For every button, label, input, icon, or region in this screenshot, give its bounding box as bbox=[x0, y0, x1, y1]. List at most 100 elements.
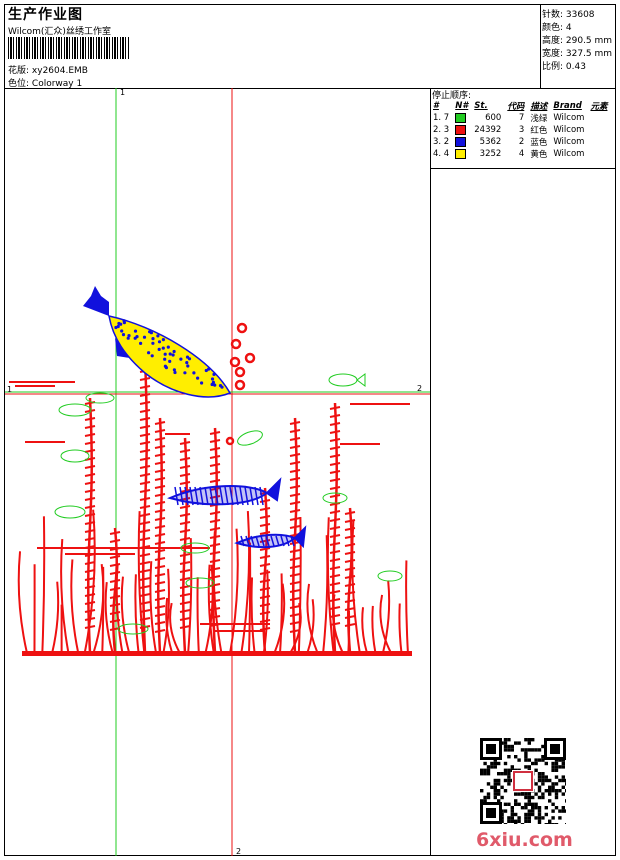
fish-pattern-dot bbox=[207, 367, 211, 371]
qr-module bbox=[524, 806, 528, 810]
qr-module bbox=[541, 816, 545, 820]
qr-module bbox=[551, 816, 555, 820]
fish-pattern-dot bbox=[187, 357, 192, 361]
qr-module bbox=[524, 755, 528, 759]
stitch-count: 针数: 33608 bbox=[542, 10, 595, 20]
seagrass-blade bbox=[120, 576, 131, 654]
kelp-leaf bbox=[154, 509, 166, 513]
kelp-leaf bbox=[289, 485, 301, 489]
color-swatch bbox=[455, 136, 467, 147]
kelp-leaf bbox=[209, 455, 221, 459]
qr-module bbox=[517, 802, 521, 806]
qr-module bbox=[493, 765, 497, 769]
kelp-leaf bbox=[179, 601, 191, 605]
kelp-leaf bbox=[84, 489, 96, 493]
qr-module bbox=[524, 819, 528, 823]
kelp-leaf bbox=[209, 519, 221, 523]
qr-module bbox=[514, 792, 518, 796]
kelp-leaf bbox=[329, 558, 341, 562]
row-stitches: 3252 bbox=[479, 149, 502, 159]
design-width: 宽度: 327.5 mm bbox=[542, 49, 613, 59]
kelp-leaf bbox=[154, 557, 166, 561]
kelp-leaf bbox=[179, 529, 191, 533]
kelp-leaf bbox=[344, 511, 356, 515]
kelp-leaf bbox=[179, 569, 191, 573]
seagrass-blade bbox=[70, 559, 80, 654]
seagrass-blade bbox=[104, 581, 114, 654]
kelp-leaf bbox=[329, 438, 341, 442]
design-scale: 比例: 0.43 bbox=[542, 62, 586, 72]
qr-module bbox=[554, 765, 559, 769]
kelp-leaf bbox=[84, 537, 96, 541]
qr-module bbox=[503, 809, 508, 813]
fish-pattern-dot bbox=[156, 334, 160, 338]
kelp-leaf bbox=[329, 478, 341, 482]
qr-module bbox=[531, 761, 535, 766]
kelp-leaf bbox=[179, 473, 191, 477]
kelp-leaf bbox=[289, 525, 301, 529]
kelp-leaf bbox=[329, 590, 341, 594]
qr-module bbox=[534, 816, 538, 820]
qr-module bbox=[483, 768, 487, 772]
kelp-leaf bbox=[209, 599, 221, 603]
qr-module bbox=[527, 792, 531, 796]
row-index: 3. 2 bbox=[433, 137, 450, 147]
fish-pattern-dot bbox=[120, 329, 124, 333]
kelp-leaf bbox=[179, 513, 191, 517]
qr-module bbox=[493, 795, 497, 800]
kelp-leaf bbox=[84, 609, 96, 613]
kelp-leaf bbox=[329, 486, 341, 490]
kelp-leaf bbox=[289, 549, 301, 553]
kelp-leaf bbox=[289, 517, 301, 521]
qr-module bbox=[554, 789, 559, 793]
qr-module bbox=[551, 782, 555, 786]
qr-module bbox=[524, 792, 528, 796]
kelp-leaf bbox=[209, 527, 221, 531]
seagrass-blade bbox=[351, 520, 361, 654]
qr-module bbox=[551, 809, 555, 813]
qr-module bbox=[500, 772, 504, 776]
qr-module bbox=[503, 823, 508, 824]
seagrass-blade bbox=[169, 602, 181, 654]
kelp-leaf bbox=[139, 577, 151, 581]
color-swatch bbox=[455, 148, 467, 159]
qr-module bbox=[534, 806, 538, 810]
yellow-fish bbox=[83, 286, 232, 398]
kelp-leaf bbox=[154, 533, 166, 537]
qr-module bbox=[551, 768, 555, 772]
kelp-leaf bbox=[139, 521, 151, 525]
table-divider bbox=[430, 168, 616, 169]
kelp-leaf bbox=[154, 597, 166, 601]
qr-module bbox=[544, 812, 548, 817]
qr-module bbox=[514, 812, 518, 817]
row-index: 2. 3 bbox=[433, 125, 450, 135]
kelp-leaf bbox=[179, 449, 191, 453]
kelp-leaf bbox=[209, 591, 221, 595]
kelp-leaf bbox=[139, 489, 151, 493]
kelp-leaf bbox=[329, 406, 341, 410]
qr-module bbox=[503, 748, 508, 752]
kelp-leaf bbox=[209, 479, 221, 483]
kelp-leaf bbox=[344, 623, 356, 627]
fish-pattern-dot bbox=[200, 381, 204, 385]
qr-module bbox=[537, 806, 542, 810]
kelp-leaf bbox=[84, 625, 96, 629]
qr-module bbox=[565, 799, 566, 803]
kelp-leaf bbox=[139, 481, 151, 485]
seagrass-blade bbox=[187, 538, 193, 654]
qr-module bbox=[534, 802, 538, 806]
kelp-leaf bbox=[329, 518, 341, 522]
qr-module bbox=[561, 775, 565, 779]
qr-module bbox=[520, 748, 525, 752]
qr-module bbox=[493, 789, 497, 793]
qr-module bbox=[537, 809, 542, 813]
kelp-leaf bbox=[179, 505, 191, 509]
qr-module bbox=[507, 748, 511, 752]
kelp-leaf bbox=[109, 571, 121, 575]
seagrass-blade bbox=[279, 573, 283, 654]
qr-module bbox=[527, 741, 531, 745]
qr-module bbox=[507, 768, 511, 772]
kelp-leaf bbox=[289, 605, 301, 609]
qr-module bbox=[520, 823, 525, 824]
kelp-leaf bbox=[154, 581, 166, 585]
